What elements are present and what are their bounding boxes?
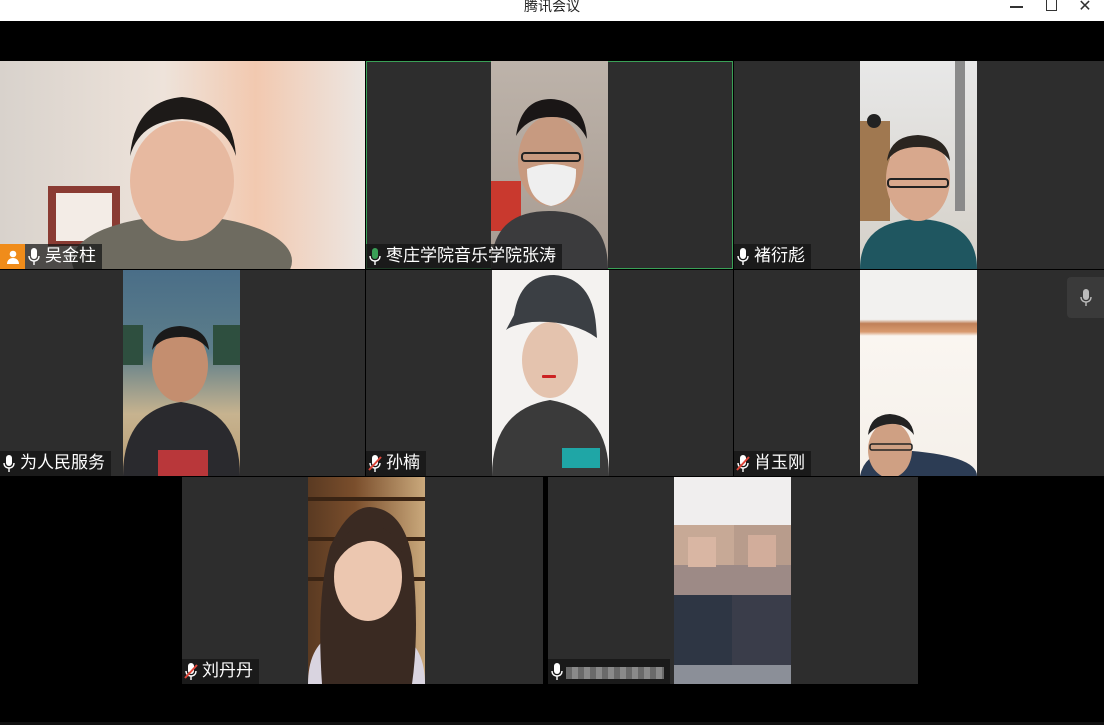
microphone-icon (0, 451, 18, 476)
microphone-muted-icon (734, 451, 752, 476)
person-silhouette (123, 325, 240, 476)
participant-name: 肖玉刚 (754, 453, 805, 473)
pixelated-video (674, 525, 791, 684)
microphone-icon (734, 244, 752, 269)
participant-name: 刘丹丹 (202, 661, 253, 681)
person-silhouette (860, 61, 977, 269)
participant-video-obscured (674, 477, 791, 684)
person-silhouette (860, 414, 977, 476)
maximize-button[interactable] (1036, 0, 1066, 21)
participant-nameplate: 褚衍彪 (734, 244, 811, 269)
microphone-icon (548, 659, 566, 684)
participant-name: 褚衍彪 (754, 246, 805, 266)
close-button[interactable]: ✕ (1070, 0, 1100, 21)
person-silhouette (48, 97, 292, 269)
video-tile[interactable]: 肖玉刚 (734, 270, 1104, 476)
participant-video (308, 477, 425, 684)
participant-nameplate: 孙楠 (366, 451, 426, 476)
microphone-muted-icon (182, 659, 200, 684)
window-title: 腾讯会议 (524, 0, 580, 15)
participant-video (860, 61, 977, 269)
video-tile[interactable]: 刘丹丹 (182, 477, 543, 684)
close-icon: ✕ (1078, 0, 1092, 15)
title-bar: 腾讯会议 ✕ (0, 0, 1104, 21)
person-silhouette (308, 497, 425, 684)
participant-video (860, 270, 977, 476)
participant-video (491, 61, 608, 269)
participant-nameplate: 刘丹丹 (182, 659, 259, 684)
participant-video (492, 270, 609, 476)
maximize-icon (1045, 0, 1057, 11)
microphone-active-icon (366, 244, 384, 269)
side-panel-mic-button[interactable] (1067, 277, 1104, 318)
participant-name: 枣庄学院音乐学院张涛 (386, 246, 556, 266)
video-tile-active-speaker[interactable]: 枣庄学院音乐学院张涛 (366, 61, 733, 269)
video-tile[interactable]: 孙楠 (366, 270, 733, 476)
participant-name-obscured (566, 666, 664, 679)
participant-nameplate: 肖玉刚 (734, 451, 811, 476)
participant-name: 吴金柱 (45, 246, 96, 266)
participant-nameplate: 枣庄学院音乐学院张涛 (366, 244, 562, 269)
participant-video (0, 61, 365, 269)
top-toolbar-area (0, 21, 1104, 61)
host-person-icon (0, 244, 25, 269)
video-tile[interactable] (548, 477, 918, 684)
video-tile[interactable]: 为人民服务 (0, 270, 365, 476)
microphone-icon (25, 244, 43, 269)
participant-nameplate: 吴金柱 (0, 244, 102, 269)
person-silhouette (491, 99, 608, 269)
participant-nameplate (548, 659, 670, 684)
participant-name: 孙楠 (386, 453, 420, 473)
participant-video (123, 270, 240, 476)
minimize-button[interactable] (1001, 0, 1031, 21)
minimize-icon (1009, 6, 1023, 8)
participant-name: 为人民服务 (20, 453, 105, 473)
person-silhouette (492, 275, 609, 476)
participant-nameplate: 为人民服务 (0, 451, 111, 476)
microphone-icon (1079, 289, 1092, 306)
video-tile[interactable]: 吴金柱 (0, 61, 365, 269)
microphone-muted-icon (366, 451, 384, 476)
video-tile[interactable]: 褚衍彪 (734, 61, 1104, 269)
